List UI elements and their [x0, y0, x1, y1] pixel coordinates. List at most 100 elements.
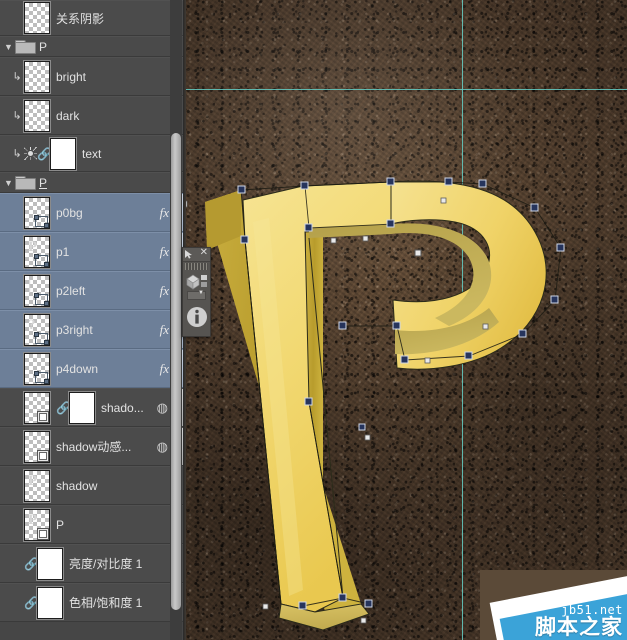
mini-panel-titlebar[interactable]: ✕ [183, 247, 210, 262]
watermark: jb51.net 脚本之家 [480, 570, 627, 640]
layer-effects-icon[interactable]: fx [160, 244, 169, 260]
visibility-toggle-icon[interactable] [0, 428, 10, 465]
layer-thumbnail[interactable] [23, 98, 51, 133]
layer-name: dark [56, 108, 80, 123]
layer-row-bright[interactable]: ↳ bright [0, 57, 183, 96]
layer-row-p3right[interactable]: ?p3rightfx▼ [0, 310, 183, 349]
layer-name: 关系阴影 [56, 11, 105, 26]
layers-scrollbar[interactable] [170, 0, 182, 640]
layer-row-P[interactable]: PP [0, 505, 183, 544]
layer-row-shadow动感...[interactable]: shadow动感...◍▼ [0, 427, 183, 466]
3d-cube-icon[interactable] [185, 274, 208, 290]
layer-row-关系阴影[interactable]: 关系阴影 [0, 0, 183, 36]
visibility-toggle-icon[interactable] [0, 194, 10, 231]
layer-name: text [82, 146, 102, 161]
visibility-toggle-icon[interactable] [0, 467, 10, 504]
layer-name: 亮度/对比度 1 [69, 557, 143, 571]
layer-row-shado...[interactable]: 🔗shado...◍▼ [0, 388, 183, 427]
layer-thumbnail[interactable] [23, 59, 51, 94]
layer-row-色相/饱和度 1[interactable]: 🔗 色相/饱和度 1 [0, 583, 183, 622]
smart-object-badge [37, 410, 49, 423]
layer-name: p0bg [56, 205, 83, 220]
visibility-toggle-icon[interactable] [0, 97, 10, 134]
visibility-toggle-icon[interactable] [0, 1, 10, 35]
link-icon[interactable]: 🔗 [24, 596, 39, 610]
layer-row-text[interactable]: ↳ 🔗 text [0, 135, 183, 172]
group-disclosure-icon[interactable]: ▼ [2, 178, 15, 188]
layer-effects-icon[interactable]: fx [160, 283, 169, 299]
visibility-toggle-icon[interactable] [0, 58, 10, 95]
layer-thumbnail[interactable] [23, 195, 51, 230]
layer-row-p1[interactable]: Pp1fx▼ [0, 232, 183, 271]
visibility-toggle-icon[interactable] [0, 506, 10, 543]
link-icon[interactable]: 🔗 [24, 557, 39, 571]
layer-thumbnail[interactable]: P [23, 507, 51, 542]
vector-mask-badge [34, 253, 49, 267]
layer-thumbnail[interactable] [36, 546, 64, 581]
layer-thumbnail[interactable] [23, 390, 51, 425]
layer-thumb-glyph: P [28, 511, 38, 528]
layers-panel[interactable]: 关系阴影▼P↳bright↳dark↳🔗text▼Pp0bgfx▼Pp1fx▼|… [0, 0, 184, 640]
clipping-mask-icon: ↳ [12, 71, 22, 83]
smart-object-badge [37, 527, 49, 540]
layer-row-亮度/对比度 1[interactable]: 🔗 亮度/对比度 1 [0, 544, 183, 583]
mask-icon[interactable]: ◍ [157, 439, 168, 455]
layer-thumbnail[interactable] [23, 1, 51, 35]
layer-row-p2left[interactable]: |p2leftfx▼ [0, 271, 183, 310]
mini-panel-close-icon[interactable]: ✕ [200, 247, 208, 258]
layer-name: P [56, 517, 65, 532]
photoshop-window: ✕ ▼ jb51.net 脚本之家 关系阴影 ▼ P ↳ bright ↳ da… [0, 0, 627, 640]
visibility-toggle-icon[interactable] [0, 350, 10, 387]
clipping-mask-icon: ↳ [12, 110, 22, 122]
layer-row-P[interactable]: ▼ P [0, 172, 183, 193]
layer-row-dark[interactable]: ↳ dark [0, 96, 183, 135]
visibility-toggle-icon[interactable] [0, 136, 10, 171]
layer-list[interactable]: 关系阴影▼P↳bright↳dark↳🔗text▼Pp0bgfx▼Pp1fx▼|… [0, 0, 183, 622]
folder-icon [15, 39, 36, 54]
mini-panel-grip[interactable] [185, 263, 208, 270]
layer-row-p0bg[interactable]: p0bgfx▼ [0, 193, 183, 232]
layer-effects-icon[interactable]: fx [160, 322, 169, 338]
visibility-toggle-icon[interactable] [0, 389, 10, 426]
layer-thumbnail[interactable]: ? [23, 312, 51, 347]
layer-thumbnail[interactable]: P [23, 468, 51, 503]
layers-scrollbar-thumb[interactable] [171, 133, 181, 610]
link-icon[interactable]: 🔗 [37, 147, 52, 161]
floating-mini-panel[interactable]: ✕ ▼ [182, 247, 211, 337]
mini-panel-dropdown[interactable]: ▼ [187, 290, 206, 300]
info-icon[interactable] [186, 306, 208, 328]
layer-name: p1 [56, 244, 70, 259]
visibility-toggle-icon[interactable] [0, 311, 10, 348]
clipping-mask-icon: ↳ [12, 148, 22, 160]
group-disclosure-icon[interactable]: ▼ [2, 42, 15, 52]
layer-effects-icon[interactable]: fx [160, 361, 169, 377]
layer-thumb-glyph: P [28, 238, 38, 255]
link-icon[interactable]: 🔗 [56, 401, 71, 415]
visibility-toggle-icon[interactable] [0, 545, 10, 582]
visibility-toggle-icon[interactable] [0, 584, 10, 621]
layer-row-shadow[interactable]: Pshadow [0, 466, 183, 505]
watermark-name: 脚本之家 [535, 616, 623, 639]
layer-row-p4down[interactable]: p4downfx▼ [0, 349, 183, 388]
layer-thumbnail[interactable] [23, 351, 51, 386]
layer-thumbnail[interactable] [23, 429, 51, 464]
layer-name: shadow [56, 478, 98, 493]
layer-thumbnail[interactable] [49, 136, 77, 171]
layer-thumbnail[interactable] [36, 585, 64, 620]
layer-thumbnail[interactable]: | [23, 273, 51, 308]
layer-thumb-glyph: P [28, 472, 38, 489]
visibility-toggle-icon[interactable] [0, 272, 10, 309]
layer-thumbnail[interactable]: P [23, 234, 51, 269]
layer-row-P[interactable]: ▼ P [0, 36, 183, 57]
layer-name: P [39, 175, 48, 190]
folder-icon [15, 175, 36, 190]
layer-mask-thumbnail[interactable] [68, 390, 96, 425]
visibility-toggle-icon[interactable] [0, 233, 10, 270]
vector-mask-badge [34, 331, 49, 345]
layer-name: 色相/饱和度 1 [69, 596, 143, 610]
layer-effects-icon[interactable]: fx [160, 205, 169, 221]
letter-p-artwork[interactable] [183, 0, 627, 640]
vector-mask-badge [34, 292, 49, 306]
document-canvas[interactable] [183, 0, 627, 640]
mask-icon[interactable]: ◍ [157, 400, 168, 416]
